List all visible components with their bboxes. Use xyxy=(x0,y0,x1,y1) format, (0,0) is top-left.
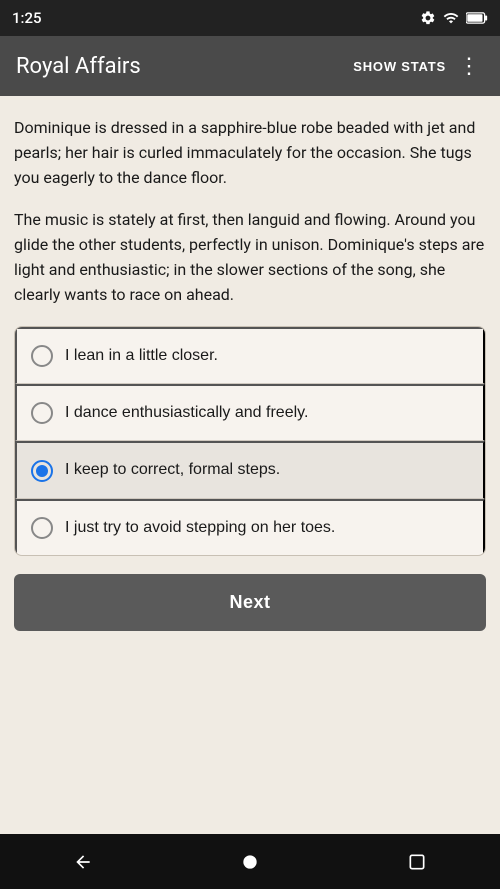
show-stats-button[interactable]: SHOW STATS xyxy=(345,51,454,82)
choice-item[interactable]: I lean in a little closer. xyxy=(15,327,485,384)
content-area: Dominique is dressed in a sapphire-blue … xyxy=(0,96,500,834)
battery-icon xyxy=(466,11,488,25)
back-icon xyxy=(73,852,93,872)
app-bar: Royal Affairs SHOW STATS ⋮ xyxy=(0,36,500,96)
more-button[interactable]: ⋮ xyxy=(454,47,484,85)
story-paragraph-2: The music is stately at first, then lang… xyxy=(14,208,486,307)
radio-dot xyxy=(36,465,48,477)
choice-label: I lean in a little closer. xyxy=(65,345,218,367)
app-title: Royal Affairs xyxy=(16,54,345,79)
home-icon xyxy=(240,852,260,872)
choice-label: I just try to avoid stepping on her toes… xyxy=(65,517,335,539)
choice-item[interactable]: I dance enthusiastically and freely. xyxy=(15,384,485,441)
bottom-nav xyxy=(0,834,500,889)
radio-unselected xyxy=(31,345,53,367)
home-nav-button[interactable] xyxy=(220,842,280,882)
back-nav-button[interactable] xyxy=(53,842,113,882)
choice-item[interactable]: I just try to avoid stepping on her toes… xyxy=(15,499,485,555)
radio-unselected xyxy=(31,402,53,424)
radio-unselected xyxy=(31,517,53,539)
status-bar: 1:25 xyxy=(0,0,500,36)
choices-container: I lean in a little closer. I dance enthu… xyxy=(14,326,486,557)
story-paragraph-1: Dominique is dressed in a sapphire-blue … xyxy=(14,116,486,190)
next-button[interactable]: Next xyxy=(14,574,486,631)
square-nav-button[interactable] xyxy=(387,842,447,882)
choice-item-selected[interactable]: I keep to correct, formal steps. xyxy=(15,441,485,498)
choice-label: I keep to correct, formal steps. xyxy=(65,459,280,481)
radio-selected xyxy=(31,460,53,482)
status-time: 1:25 xyxy=(12,9,42,27)
gear-icon xyxy=(420,10,436,26)
square-icon xyxy=(407,852,427,872)
status-icons xyxy=(420,10,488,26)
choice-label: I dance enthusiastically and freely. xyxy=(65,402,308,424)
wifi-icon xyxy=(442,10,460,26)
